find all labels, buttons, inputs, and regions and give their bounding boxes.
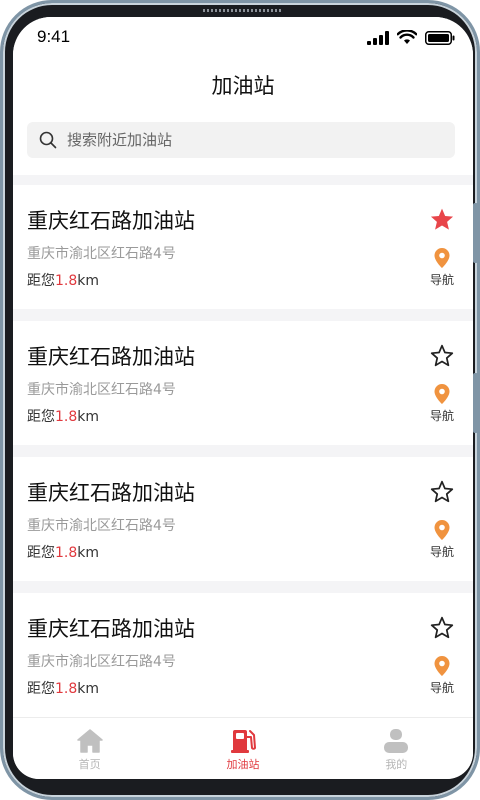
station-distance: 距您1.8km xyxy=(27,270,99,290)
station-card[interactable]: 重庆红石路加油站 重庆市渝北区红石路4号 距您1.8km 导航 xyxy=(13,457,473,581)
distance-unit: km xyxy=(77,681,100,697)
station-distance: 距您1.8km xyxy=(27,542,99,562)
location-pin-icon xyxy=(434,384,450,404)
location-pin-icon xyxy=(434,520,450,540)
tab-profile[interactable]: 我的 xyxy=(320,718,473,779)
search-section xyxy=(13,107,473,175)
station-card[interactable]: 重庆红石路加油站 重庆市渝北区红石路4号 距您1.8km 导航 xyxy=(13,321,473,445)
location-pin-icon xyxy=(434,248,450,268)
navigate-label: 导航 xyxy=(429,409,454,423)
fuel-pump-icon xyxy=(230,730,256,753)
station-address: 重庆市渝北区红石路4号 xyxy=(27,246,176,262)
station-address: 重庆市渝北区红石路4号 xyxy=(27,654,176,670)
navigate-label: 导航 xyxy=(429,681,454,695)
distance-unit: km xyxy=(77,545,100,561)
station-name: 重庆红石路加油站 xyxy=(27,345,195,369)
station-card[interactable]: 重庆红石路加油站 重庆市渝北区红石路4号 距您1.8km 导航 xyxy=(13,593,473,717)
side-button xyxy=(473,203,478,263)
tab-label: 我的 xyxy=(385,758,408,771)
distance-value: 1.8 xyxy=(55,681,78,697)
navigate-button[interactable]: 导航 xyxy=(425,247,459,288)
station-list: 重庆红石路加油站 重庆市渝北区红石路4号 距您1.8km 导航 重庆红石路加油站 xyxy=(13,185,473,729)
station-card[interactable]: 重庆红石路加油站 重庆市渝北区红石路4号 距您1.8km 导航 xyxy=(13,185,473,309)
tab-gas-station[interactable]: 加油站 xyxy=(166,718,319,779)
distance-prefix: 距您 xyxy=(27,681,55,697)
navigate-button[interactable]: 导航 xyxy=(425,519,459,560)
status-bar: 9:41 xyxy=(13,17,473,61)
station-distance: 距您1.8km xyxy=(27,678,99,698)
station-distance: 距您1.8km xyxy=(27,406,99,426)
star-filled-icon[interactable] xyxy=(429,207,455,233)
home-icon xyxy=(76,729,103,753)
tab-bar: 首页 加油站 我的 xyxy=(13,717,473,779)
search-icon xyxy=(39,131,57,149)
location-pin-icon xyxy=(434,656,450,676)
navigate-button[interactable]: 导航 xyxy=(425,655,459,696)
screen: 9:41 加油站 搜索附近加油站 重庆红石路加油站 重庆市渝北区红石路4号 距您… xyxy=(13,17,473,779)
station-name: 重庆红石路加油站 xyxy=(27,617,195,641)
distance-prefix: 距您 xyxy=(27,409,55,425)
star-outline-icon[interactable] xyxy=(429,479,455,505)
page-title: 加油站 xyxy=(211,74,275,98)
app-header: 加油站 xyxy=(13,61,473,107)
distance-value: 1.8 xyxy=(55,409,78,425)
wifi-icon xyxy=(397,30,417,44)
star-outline-icon[interactable] xyxy=(429,343,455,369)
battery-icon xyxy=(425,30,455,45)
search-box[interactable] xyxy=(27,122,455,158)
user-icon xyxy=(384,729,409,753)
tab-label: 首页 xyxy=(78,758,101,771)
cellular-signal-icon xyxy=(367,30,389,45)
distance-value: 1.8 xyxy=(55,273,78,289)
status-time: 9:41 xyxy=(37,27,71,46)
distance-unit: km xyxy=(77,409,100,425)
distance-unit: km xyxy=(77,273,100,289)
phone-frame: 9:41 加油站 搜索附近加油站 重庆红石路加油站 重庆市渝北区红石路4号 距您… xyxy=(0,0,480,800)
speaker-grille xyxy=(203,9,283,12)
navigate-label: 导航 xyxy=(429,273,454,287)
star-outline-icon[interactable] xyxy=(429,615,455,641)
station-name: 重庆红石路加油站 xyxy=(27,209,195,233)
station-name: 重庆红石路加油站 xyxy=(27,481,195,505)
distance-prefix: 距您 xyxy=(27,545,55,561)
navigate-label: 导航 xyxy=(429,545,454,559)
tab-label: 加油站 xyxy=(226,758,260,771)
distance-value: 1.8 xyxy=(55,545,78,561)
distance-prefix: 距您 xyxy=(27,273,55,289)
navigate-button[interactable]: 导航 xyxy=(425,383,459,424)
station-address: 重庆市渝北区红石路4号 xyxy=(27,382,176,398)
status-icons xyxy=(367,30,455,45)
search-input[interactable] xyxy=(65,130,449,150)
side-button xyxy=(473,373,478,433)
tab-home[interactable]: 首页 xyxy=(13,718,166,779)
station-address: 重庆市渝北区红石路4号 xyxy=(27,518,176,534)
